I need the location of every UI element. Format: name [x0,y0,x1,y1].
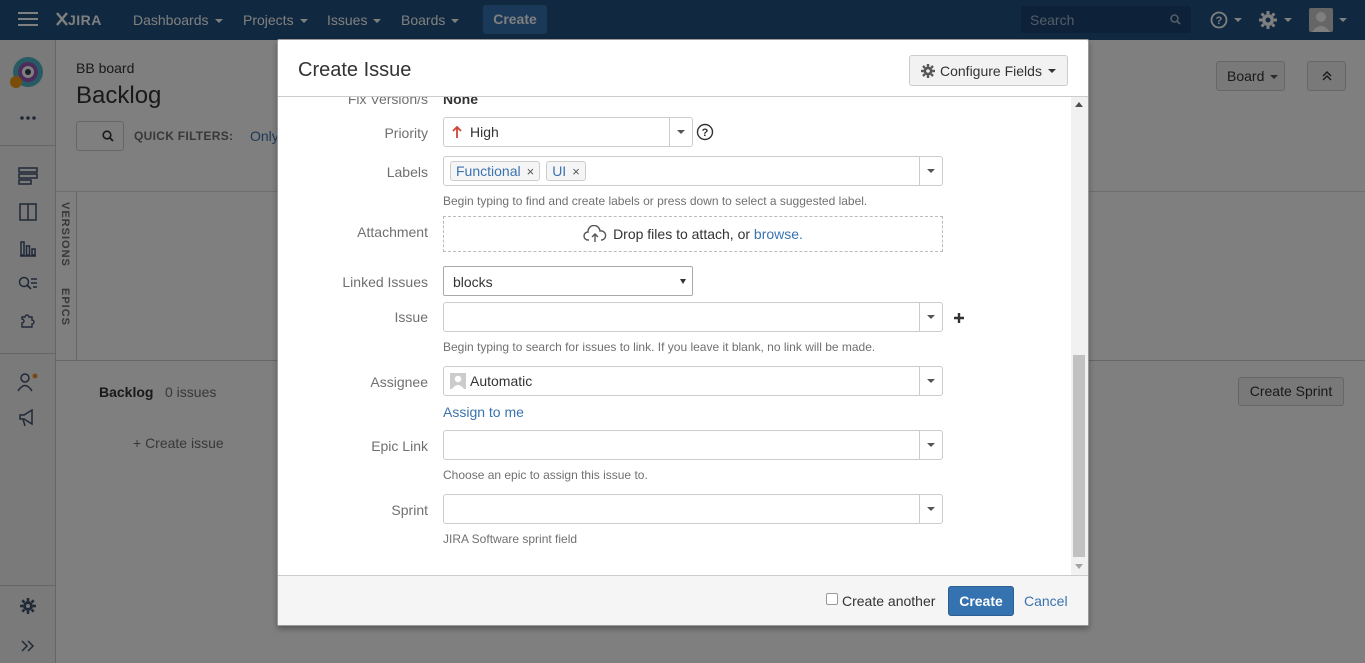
scroll-thumb[interactable] [1073,355,1085,557]
browse-link[interactable]: browse. [754,226,803,242]
chevron-down-icon [927,169,935,173]
cancel-link[interactable]: Cancel [1024,593,1068,609]
sprint-dropdown[interactable] [919,495,942,523]
priority-select[interactable]: High [443,117,693,147]
attachment-text: Drop files to attach, or [613,226,751,242]
sprint-label: Sprint [391,502,428,518]
plus-icon[interactable] [953,312,965,324]
issue-picker[interactable] [443,302,943,332]
chevron-down-icon [677,130,685,134]
dialog-scrollbar[interactable] [1071,97,1088,575]
assign-to-me-link[interactable]: Assign to me [443,404,524,420]
labels-input[interactable]: Functional × UI × [443,156,943,186]
labels-dropdown[interactable] [919,157,942,185]
scroll-down-icon[interactable] [1075,564,1083,569]
scroll-up-icon[interactable] [1075,102,1083,107]
epic-link-dropdown[interactable] [919,431,942,459]
dialog-body: Fix Version/s None Priority High ? Label… [278,97,1088,575]
label-chip[interactable]: UI × [546,161,586,181]
issue-dropdown[interactable] [919,303,942,331]
arrow-up-icon [452,125,462,138]
chevron-down-icon [927,315,935,319]
create-another-checkbox[interactable] [826,593,838,605]
epic-link-description: Choose an epic to assign this issue to. [443,468,648,482]
issue-label: Issue [394,309,428,325]
remove-icon[interactable]: × [527,164,535,179]
sprint-description: JIRA Software sprint field [443,532,578,546]
chevron-down-icon [927,507,935,511]
linked-issues-label: Linked Issues [342,274,428,290]
gear-icon [921,63,935,78]
sprint-picker[interactable] [443,494,943,524]
epic-link-picker[interactable] [443,430,943,460]
priority-label: Priority [384,125,428,141]
assignee-dropdown[interactable] [919,367,942,395]
epic-link-label: Epic Link [371,438,428,454]
help-icon[interactable]: ? [696,123,714,141]
create-issue-dialog: Create Issue Configure Fields Fix Versio… [277,39,1089,626]
avatar [450,373,466,389]
configure-fields-button[interactable]: Configure Fields [909,55,1068,86]
remove-icon[interactable]: × [572,164,580,179]
chevron-down-icon [927,443,935,447]
assignee-label: Assignee [370,374,428,390]
dialog-header: Create Issue Configure Fields [278,40,1088,97]
priority-dropdown[interactable] [669,118,692,146]
linked-issues-select[interactable]: blocks [443,266,693,296]
svg-text:?: ? [702,127,709,139]
create-another-label[interactable]: Create another [842,593,935,609]
chevron-down-icon [680,279,686,284]
issue-description: Begin typing to search for issues to lin… [443,340,876,354]
fix-version-value: None [443,97,478,107]
label-chip[interactable]: Functional × [450,161,541,181]
assignee-picker[interactable]: Automatic [443,366,943,396]
labels-description: Begin typing to find and create labels o… [443,194,868,208]
assignee-value: Automatic [470,373,533,389]
dialog-footer: Create another Create Cancel [278,575,1088,625]
cloud-upload-icon [583,225,607,242]
chevron-down-icon [1047,68,1056,73]
create-button[interactable]: Create [948,586,1014,616]
dialog-title: Create Issue [298,59,412,81]
attachment-label: Attachment [357,224,428,240]
priority-value: High [470,124,499,140]
fix-version-label: Fix Version/s [347,97,428,107]
attachment-dropzone[interactable]: Drop files to attach, or browse. [443,216,943,252]
labels-label: Labels [386,164,428,180]
chevron-down-icon [927,379,935,383]
